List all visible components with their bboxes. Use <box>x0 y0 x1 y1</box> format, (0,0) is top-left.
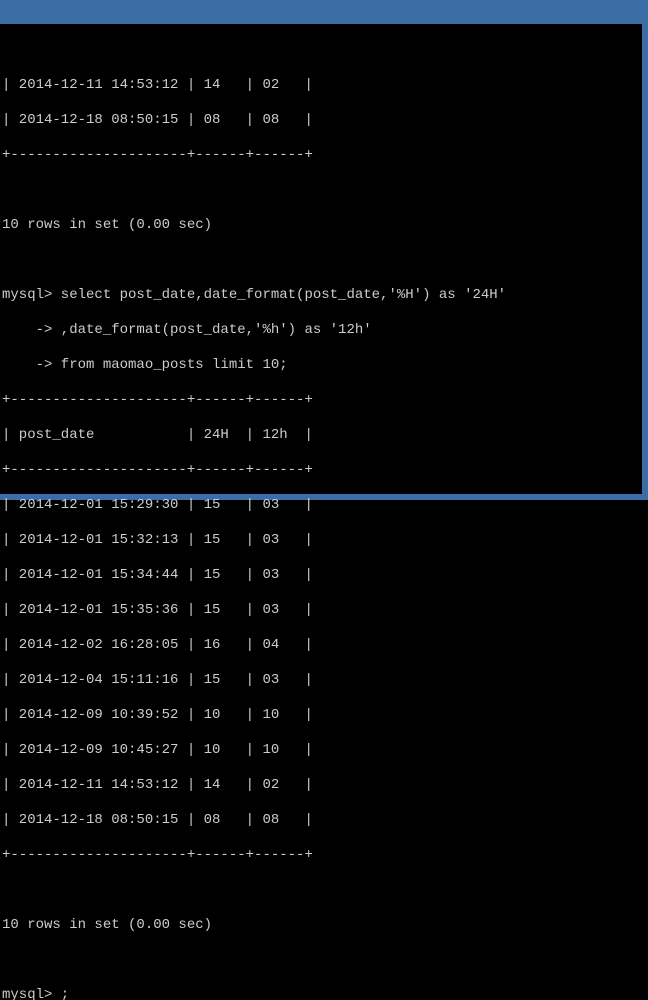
prev-row: | 2014-12-11 14:53:12 | 14 | 02 | <box>2 77 642 95</box>
table-row: | 2014-12-01 15:34:44 | 15 | 03 | <box>2 567 642 585</box>
table-separator: +---------------------+------+------+ <box>2 847 642 865</box>
table-separator: +---------------------+------+------+ <box>2 462 642 480</box>
table-row: | 2014-12-09 10:45:27 | 10 | 10 | <box>2 742 642 760</box>
query-line[interactable]: -> from maomao_posts limit 10; <box>2 357 642 375</box>
table-header: | post_date | 24H | 12h | <box>2 427 642 445</box>
table-row: | 2014-12-04 15:11:16 | 15 | 03 | <box>2 672 642 690</box>
blank <box>2 182 642 200</box>
query-line[interactable]: -> ,date_format(post_date,'%h') as '12h' <box>2 322 642 340</box>
prev-row: | 2014-12-18 08:50:15 | 08 | 08 | <box>2 112 642 130</box>
table-row: | 2014-12-11 14:53:12 | 14 | 02 | <box>2 777 642 795</box>
blank <box>2 952 642 970</box>
query-line[interactable]: mysql> select post_date,date_format(post… <box>2 287 642 305</box>
rowcount-message: 10 rows in set (0.00 sec) <box>2 217 642 235</box>
table-separator: +---------------------+------+------+ <box>2 392 642 410</box>
blank <box>2 882 642 900</box>
table-row: | 2014-12-02 16:28:05 | 16 | 04 | <box>2 637 642 655</box>
rowcount-message: 10 rows in set (0.00 sec) <box>2 917 642 935</box>
table-row: | 2014-12-01 15:32:13 | 15 | 03 | <box>2 532 642 550</box>
table-separator: +---------------------+------+------+ <box>2 147 642 165</box>
blank <box>2 252 642 270</box>
table-row: | 2014-12-01 15:35:36 | 15 | 03 | <box>2 602 642 620</box>
empty-query[interactable]: mysql> ; <box>2 987 642 1000</box>
table-row: | 2014-12-18 08:50:15 | 08 | 08 | <box>2 812 642 830</box>
table-row: | 2014-12-01 15:29:30 | 15 | 03 | <box>2 497 642 515</box>
table-row: | 2014-12-09 10:39:52 | 10 | 10 | <box>2 707 642 725</box>
